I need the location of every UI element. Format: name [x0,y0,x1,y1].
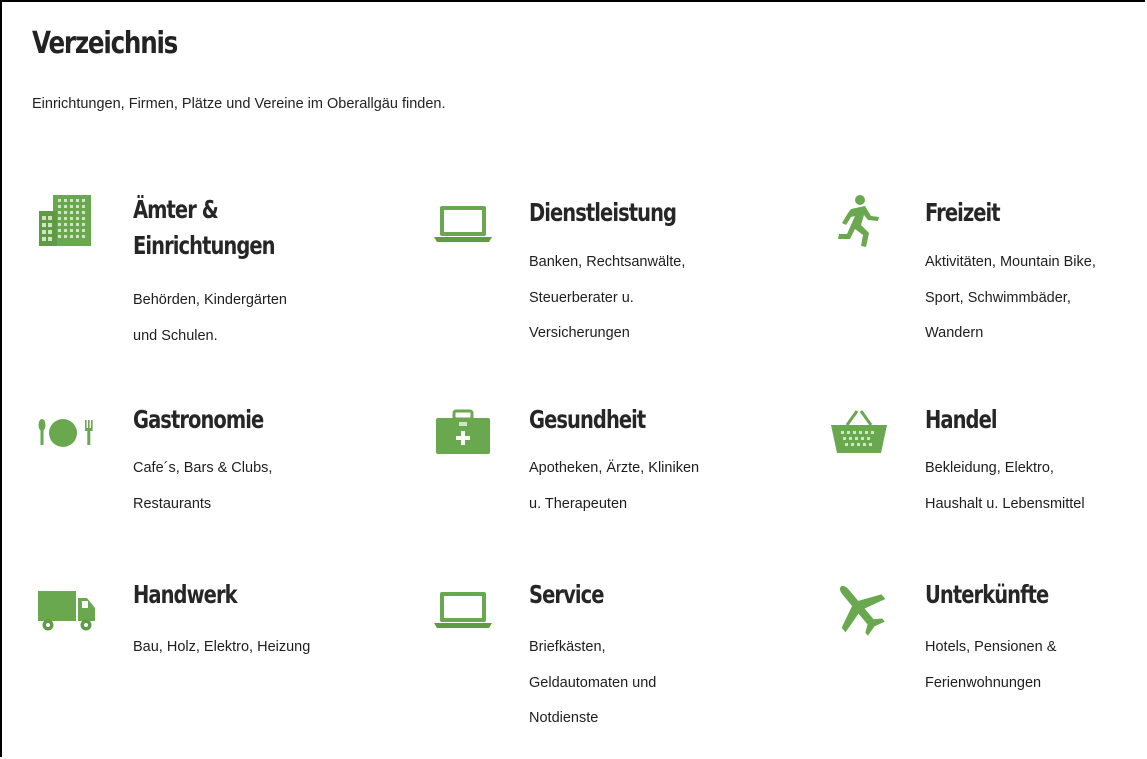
category-title[interactable]: Service [529,578,716,612]
running-man-icon [829,192,889,252]
category-description: Aktivitäten, Mountain Bike, Sport, Schwi… [925,245,1147,352]
category-desc-line: Haushalt u. Lebensmittel [925,495,1085,512]
truck-icon [37,578,97,638]
category-desc-line: Aktivitäten, Mountain Bike, [925,254,1096,270]
page-title: Verzeichnis [32,26,178,61]
category-title-line[interactable]: Ämter & [133,195,219,224]
category-description: Briefkästen, Geldautomaten und Notdienst… [529,630,759,737]
category-description: Hotels, Pensionen & Ferienwohnungen [925,630,1147,701]
category-desc-line: Hotels, Pensionen & [925,639,1057,655]
category-title[interactable]: Handwerk [133,578,320,612]
category-description: Apotheken, Ärzte, Kliniken u. Therapeute… [529,451,759,522]
plate-cutlery-icon [37,403,97,463]
category-desc-line: Steuerberater u. [529,289,634,306]
building-icon [37,192,97,252]
category-desc-line: Bau, Holz, Elektro, Heizung [133,639,311,655]
category-desc-line: u. Therapeuten [529,495,628,512]
laptop-icon [433,192,493,252]
category-desc-line: und Schulen. [133,327,218,344]
category-title[interactable]: Ämter & Einrichtungen [133,192,320,264]
category-title-line[interactable]: Einrichtungen [133,231,276,260]
page-intro: Einrichtungen, Firmen, Plätze und Verein… [32,96,446,112]
category-desc-line: Banken, Rechtsanwälte, [529,254,686,270]
category-description: Bekleidung, Elektro, Haushalt u. Lebensm… [925,451,1147,522]
category-desc-line: Notdienste [529,710,599,726]
airplane-icon [829,578,889,638]
category-desc-line: Behörden, Kindergärten [133,292,287,308]
category-desc-line: Wandern [925,325,984,341]
category-title[interactable]: Handel [925,403,1112,437]
category-description: Banken, Rechtsanwälte, Steuerberater u. … [529,245,759,352]
category-desc-line: Versicherungen [529,325,630,341]
category-title[interactable]: Gastronomie [133,403,320,437]
category-desc-line: Apotheken, Ärzte, Kliniken [529,460,700,476]
category-desc-line: Geldautomaten und [529,674,657,691]
category-desc-line: Ferienwohnungen [925,674,1042,691]
category-desc-line: Cafe´s, Bars & Clubs, [133,460,273,476]
category-desc-line: Briefkästen, [529,639,606,655]
category-desc-line: Restaurants [133,495,212,512]
category-description: Behörden, Kindergärten und Schulen. [133,283,363,354]
category-title[interactable]: Dienstleistung [529,196,716,230]
category-desc-line: Sport, Schwimmbäder, [925,289,1071,306]
laptop-icon [433,578,493,638]
category-title[interactable]: Gesundheit [529,403,716,437]
category-description: Bau, Holz, Elektro, Heizung [133,630,363,666]
first-aid-kit-icon [433,403,493,463]
category-title[interactable]: Unterkünfte [925,578,1112,612]
shopping-basket-icon [829,403,889,463]
category-title[interactable]: Freizeit [925,196,1112,230]
category-desc-line: Bekleidung, Elektro, [925,460,1054,476]
category-description: Cafe´s, Bars & Clubs, Restaurants [133,451,363,522]
